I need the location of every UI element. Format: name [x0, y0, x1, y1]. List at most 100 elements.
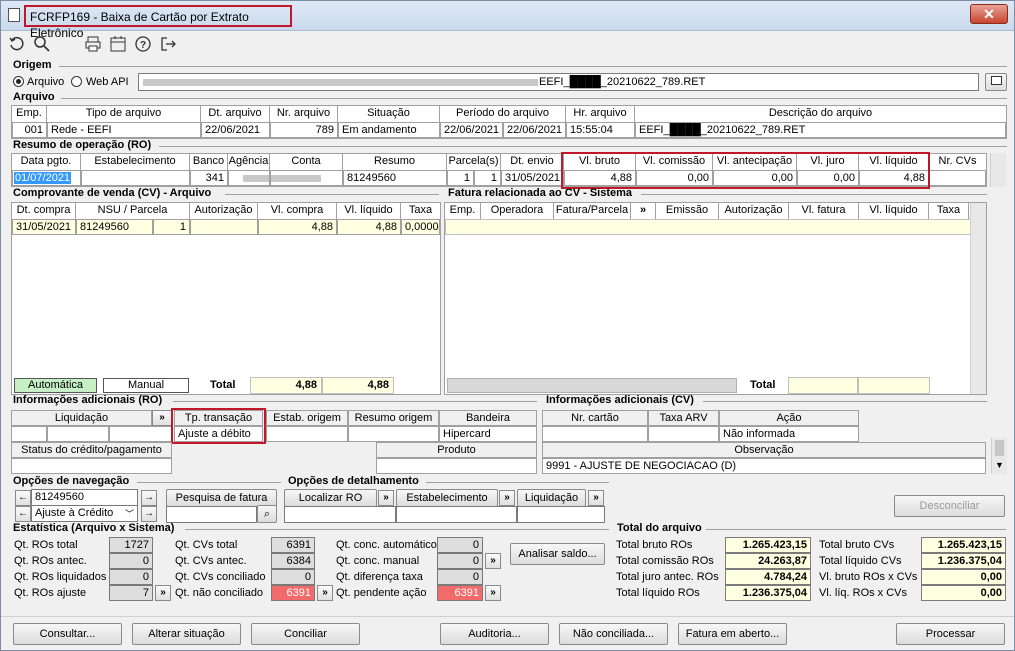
ro-agencia: [228, 170, 270, 186]
stat-value: 7: [109, 585, 153, 601]
stat-expand-button[interactable]: »: [485, 553, 501, 569]
refresh-icon[interactable]: [8, 35, 26, 53]
col-descricao: Descrição do arquivo: [768, 107, 873, 119]
liquidacao-expand[interactable]: »: [588, 490, 604, 506]
liquidacao-button[interactable]: Liquidação: [517, 489, 586, 507]
nav-section-title: Opções de navegação: [13, 475, 130, 487]
fatura-em-aberto-button[interactable]: Fatura em aberto...: [678, 623, 787, 645]
info-taxa-arv-header: Taxa ARV: [648, 410, 719, 426]
total-value: 24.263,87: [725, 553, 811, 569]
estabelecimento-expand[interactable]: »: [499, 490, 515, 506]
localizar-ro-button[interactable]: Localizar RO: [284, 489, 377, 507]
title-bar: FCRFP169 - Baixa de Cartão por Extrato E…: [1, 1, 1014, 40]
cv-nsu[interactable]: 81249560: [76, 219, 153, 235]
totals-section-title: Total do arquivo: [617, 522, 702, 534]
stat-label: Qt. diferença taxa: [336, 571, 423, 583]
stat-expand-button[interactable]: »: [155, 585, 171, 601]
arquivo-periodo-fim: 22/06/2021: [503, 122, 566, 138]
info-status-header: Status do crédito/pagamento: [11, 442, 172, 458]
print-icon[interactable]: [84, 35, 102, 53]
stat-expand-button[interactable]: »: [317, 585, 333, 601]
col-estabelecimento: Estabelecimento: [81, 154, 190, 170]
nav-value-input[interactable]: 81249560: [31, 489, 138, 506]
pesquisa-fatura-input[interactable]: [166, 506, 257, 523]
nav-select-prev[interactable]: ←: [15, 506, 31, 522]
col-vl-compra: Vl. compra: [258, 203, 337, 219]
stat-label: Qt. conc. automático: [336, 539, 437, 551]
auditoria-button[interactable]: Auditoria...: [440, 623, 549, 645]
info-scrollbar[interactable]: ▼: [991, 438, 1007, 474]
info-cv-section-title: Informações adicionais (CV): [546, 394, 694, 406]
col-dt-envio: Dt. envio: [501, 154, 564, 170]
info-liquidacao-expand[interactable]: »: [152, 410, 172, 426]
cv-parcela[interactable]: 1: [153, 219, 190, 235]
nav-next-button[interactable]: →: [141, 490, 157, 506]
fatura-total-1: [788, 377, 858, 394]
file-path-field[interactable]: EEFI_████_20210622_789.RET: [138, 73, 979, 91]
stat-label: Qt. não conciliado: [175, 587, 264, 599]
radio-arquivo[interactable]: [13, 76, 24, 87]
arquivo-hr: 15:55:04: [566, 122, 635, 138]
fatura-total-label: Total: [750, 379, 776, 391]
col-tipo-arquivo: Tipo de arquivo: [47, 106, 201, 122]
nav-prev-button[interactable]: ←: [15, 490, 31, 506]
fatura-section-title: Fatura relacionada ao CV - Sistema: [448, 187, 633, 199]
cv-table: Dt. compra NSU / Parcela Autorização Vl.…: [11, 202, 441, 395]
pesquisa-search-button[interactable]: ⌕: [257, 505, 277, 523]
help-icon[interactable]: ?: [134, 35, 152, 53]
stat-label: Qt. ROs antec.: [14, 555, 87, 567]
total-label: Total líquido CVs: [819, 555, 902, 567]
browse-file-button[interactable]: [985, 73, 1007, 91]
conciliar-button[interactable]: Conciliar: [251, 623, 360, 645]
stat-label: Qt. ROs ajuste: [14, 587, 87, 599]
col-taxa: Taxa: [408, 204, 433, 216]
total-label: Vl. líq. ROs x CVs: [819, 587, 908, 599]
col-fatura-autorizacao: Autorização: [719, 203, 789, 219]
cv-vl-compra[interactable]: 4,88: [258, 219, 337, 235]
fatura-hscroll[interactable]: [447, 378, 737, 393]
stat-expand-button[interactable]: »: [485, 585, 501, 601]
nav-select-next[interactable]: →: [141, 506, 157, 522]
total-label: Total comissão ROs: [616, 555, 714, 567]
col-periodo: Período do arquivo: [440, 106, 566, 122]
nav-select[interactable]: Ajuste à Crédito ﹀: [31, 505, 138, 522]
cv-taxa[interactable]: 0,0000: [401, 219, 440, 235]
alterar-situacao-button[interactable]: Alterar situação: [132, 623, 241, 645]
search-icon[interactable]: [33, 35, 51, 53]
stat-value: 6391: [271, 585, 315, 601]
info-taxa-arv-value: [648, 426, 719, 442]
cv-autorizacao[interactable]: [190, 219, 258, 235]
stat-label: Qt. CVs total: [175, 539, 238, 551]
total-label: Vl. bruto ROs x CVs: [819, 571, 918, 583]
exit-icon[interactable]: [159, 35, 177, 53]
ro-data-pgto[interactable]: 01/07/2021: [12, 170, 81, 186]
col-fatura-emp: Emp.: [445, 203, 481, 219]
info-status-value: [11, 458, 172, 474]
fatura-scrollbar[interactable]: [970, 203, 986, 394]
arquivo-descricao: EEFI_████_20210622_789.RET: [635, 122, 1006, 138]
calendar-icon[interactable]: [109, 35, 127, 53]
estabelecimento-button[interactable]: Estabelecimento: [396, 489, 498, 507]
info-produto-header: Produto: [376, 442, 537, 458]
total-value: 1.265.423,15: [725, 537, 811, 553]
radio-webapi[interactable]: [71, 76, 82, 87]
consultar-button[interactable]: Consultar...: [13, 623, 122, 645]
desconciliar-button[interactable]: Desconciliar: [894, 495, 1005, 517]
folder-icon: [990, 76, 1002, 85]
col-fatura-expand[interactable]: »: [631, 203, 656, 219]
arquivo-situacao: Em andamento: [338, 122, 440, 138]
close-button[interactable]: ✕: [970, 4, 1008, 24]
cv-dt-compra[interactable]: 31/05/2021: [12, 219, 76, 235]
info-liquidacao-header: Liquidação: [11, 410, 152, 426]
info-observacao-header: Observação: [542, 442, 986, 458]
col-nr-arquivo: Nr. arquivo: [270, 106, 338, 122]
ro-section-title: Resumo de operação (RO): [13, 139, 152, 151]
analisar-saldo-button[interactable]: Analisar saldo...: [510, 543, 605, 565]
localizar-ro-expand[interactable]: »: [378, 490, 394, 506]
col-vl-fatura: Vl. fatura: [789, 203, 859, 219]
nao-conciliada-button[interactable]: Não conciliada...: [559, 623, 668, 645]
info-bandeira-value: Hipercard: [439, 426, 537, 442]
processar-button[interactable]: Processar: [896, 623, 1005, 645]
ro-scrollbar[interactable]: [990, 153, 1006, 187]
cv-vl-liquido[interactable]: 4,88: [337, 219, 401, 235]
